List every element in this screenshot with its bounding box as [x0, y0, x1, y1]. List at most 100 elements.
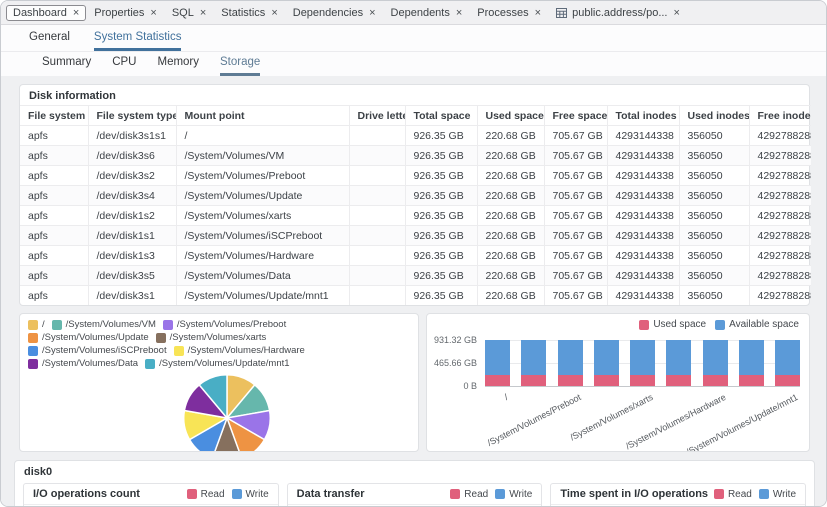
table-cell: 220.68 GB [477, 266, 544, 286]
used-space-segment [739, 375, 764, 386]
stacked-bar-system-volumes-xarts [630, 340, 655, 386]
close-icon[interactable]: × [456, 7, 462, 19]
column-header-used-inodes: Used inodes [679, 106, 749, 126]
table-cell: 356050 [679, 246, 749, 266]
chart-panel-time-spent-in-i-o-operations: Time spent in I/O operationsReadWrite1.1… [550, 483, 806, 507]
table-cell: /System/Volumes/Update/mnt1 [176, 286, 349, 306]
pgadmin-window: Dashboard×Properties×SQL×Statistics×Depe… [0, 0, 827, 507]
disk-space-bar-chart: 0 B465.66 GB931.32 GB//System/Volumes/Pr… [427, 336, 809, 451]
close-icon[interactable]: × [535, 7, 541, 19]
table-cell: 705.67 GB [544, 286, 607, 306]
table-cell: 220.68 GB [477, 126, 544, 146]
tab-sql[interactable]: SQL× [165, 5, 213, 21]
tab-storage[interactable]: Storage [220, 56, 260, 76]
legend-swatch [715, 320, 725, 330]
table-cell: 926.35 GB [405, 146, 477, 166]
tab-statistics[interactable]: Statistics× [214, 5, 284, 21]
table-cell: 926.35 GB [405, 226, 477, 246]
table-cell [349, 186, 405, 206]
table-cell: /System/Volumes/Update [176, 186, 349, 206]
used-space-segment [485, 375, 510, 386]
table-cell: 4292788288 [749, 206, 811, 226]
tab-dependents[interactable]: Dependents× [384, 5, 470, 21]
table-cell: 705.67 GB [544, 126, 607, 146]
table-cell: 926.35 GB [405, 166, 477, 186]
close-icon[interactable]: × [271, 7, 277, 19]
table-cell: 926.35 GB [405, 266, 477, 286]
table-cell: /dev/disk1s3 [88, 246, 176, 266]
tab-processes[interactable]: Processes× [470, 5, 548, 21]
table-cell: 220.68 GB [477, 146, 544, 166]
tab-dashboard[interactable]: Dashboard× [6, 5, 86, 21]
used-space-pie-chart [180, 372, 274, 452]
table-cell: 356050 [679, 266, 749, 286]
table-row: apfs/dev/disk3s1/System/Volumes/Update/m… [20, 286, 811, 306]
table-cell: /dev/disk3s4 [88, 186, 176, 206]
table-cell: 4292788288 [749, 186, 811, 206]
table-cell: 926.35 GB [405, 126, 477, 146]
legend-swatch [28, 346, 38, 356]
column-header-free-space: Free space [544, 106, 607, 126]
table-cell: 220.68 GB [477, 226, 544, 246]
storage-tab-content: Disk information File systemFile system … [1, 76, 826, 507]
legend-swatch [495, 489, 505, 499]
close-icon[interactable]: × [150, 7, 156, 19]
table-cell: 4293144338 [607, 206, 679, 226]
close-icon[interactable]: × [73, 7, 79, 19]
legend-write: Write [759, 489, 796, 500]
tab-system-statistics[interactable]: System Statistics [94, 31, 182, 51]
legend-swatch [156, 333, 166, 343]
pie-chart-legend: //System/Volumes/VM/System/Volumes/Prebo… [20, 314, 418, 370]
tab-memory[interactable]: Memory [157, 56, 199, 76]
table-row: apfs/dev/disk3s2/System/Volumes/Preboot9… [20, 166, 811, 186]
table-cell: 220.68 GB [477, 206, 544, 226]
tab-general[interactable]: General [29, 31, 70, 51]
available-space-segment [666, 340, 691, 375]
table-cell: 356050 [679, 166, 749, 186]
close-icon[interactable]: × [200, 7, 206, 19]
legend-used-space: Used space [639, 319, 706, 330]
table-cell: 4292788288 [749, 226, 811, 246]
available-space-segment [703, 340, 728, 375]
table-cell: 926.35 GB [405, 246, 477, 266]
chart-header: Time spent in I/O operationsReadWrite [551, 484, 805, 505]
table-cell: / [176, 126, 349, 146]
close-icon[interactable]: × [369, 7, 375, 19]
table-cell: 4293144338 [607, 266, 679, 286]
table-cell: /System/Volumes/iSCPreboot [176, 226, 349, 246]
table-cell: /System/Volumes/Data [176, 266, 349, 286]
bar-plot-area [485, 340, 800, 387]
table-row: apfs/dev/disk1s1/System/Volumes/iSCPrebo… [20, 226, 811, 246]
legend-label: /System/Volumes/xarts [170, 332, 267, 344]
column-header-free-inodes: Free inodes [749, 106, 811, 126]
table-cell: 705.67 GB [544, 266, 607, 286]
table-cell: 705.67 GB [544, 146, 607, 166]
tab-public-address-po[interactable]: public.address/po...× [549, 5, 687, 21]
tab-cpu[interactable]: CPU [112, 56, 136, 76]
tab-dependencies[interactable]: Dependencies× [286, 5, 383, 21]
used-space-segment [775, 375, 800, 386]
storage-charts-row: //System/Volumes/VM/System/Volumes/Prebo… [19, 313, 810, 452]
legend-swatch [28, 333, 38, 343]
legend-label: /System/Volumes/Preboot [177, 319, 286, 331]
used-space-segment [703, 375, 728, 386]
legend-write: Write [232, 489, 269, 500]
tab-properties[interactable]: Properties× [87, 5, 164, 21]
close-icon[interactable]: × [673, 7, 679, 19]
stacked-bar-system-volumes-data [739, 340, 764, 386]
table-cell: 926.35 GB [405, 286, 477, 306]
table-cell: apfs [20, 286, 88, 306]
stacked-bar-system-volumes-update-mnt1 [775, 340, 800, 386]
table-cell: 220.68 GB [477, 186, 544, 206]
tab-summary[interactable]: Summary [42, 56, 91, 76]
legend-item-system-volumes-data: /System/Volumes/Data [28, 358, 138, 370]
table-cell: 356050 [679, 286, 749, 306]
chart-header: Data transferReadWrite [288, 484, 542, 505]
stacked-bar- [485, 340, 510, 386]
stacked-bar-system-volumes-update [594, 340, 619, 386]
table-cell: /dev/disk3s6 [88, 146, 176, 166]
legend-label: /System/Volumes/Hardware [188, 345, 305, 357]
table-cell: 4293144338 [607, 146, 679, 166]
table-cell: 4292788288 [749, 146, 811, 166]
chart-panel-data-transfer: Data transferReadWrite314.79 GB [287, 483, 543, 507]
